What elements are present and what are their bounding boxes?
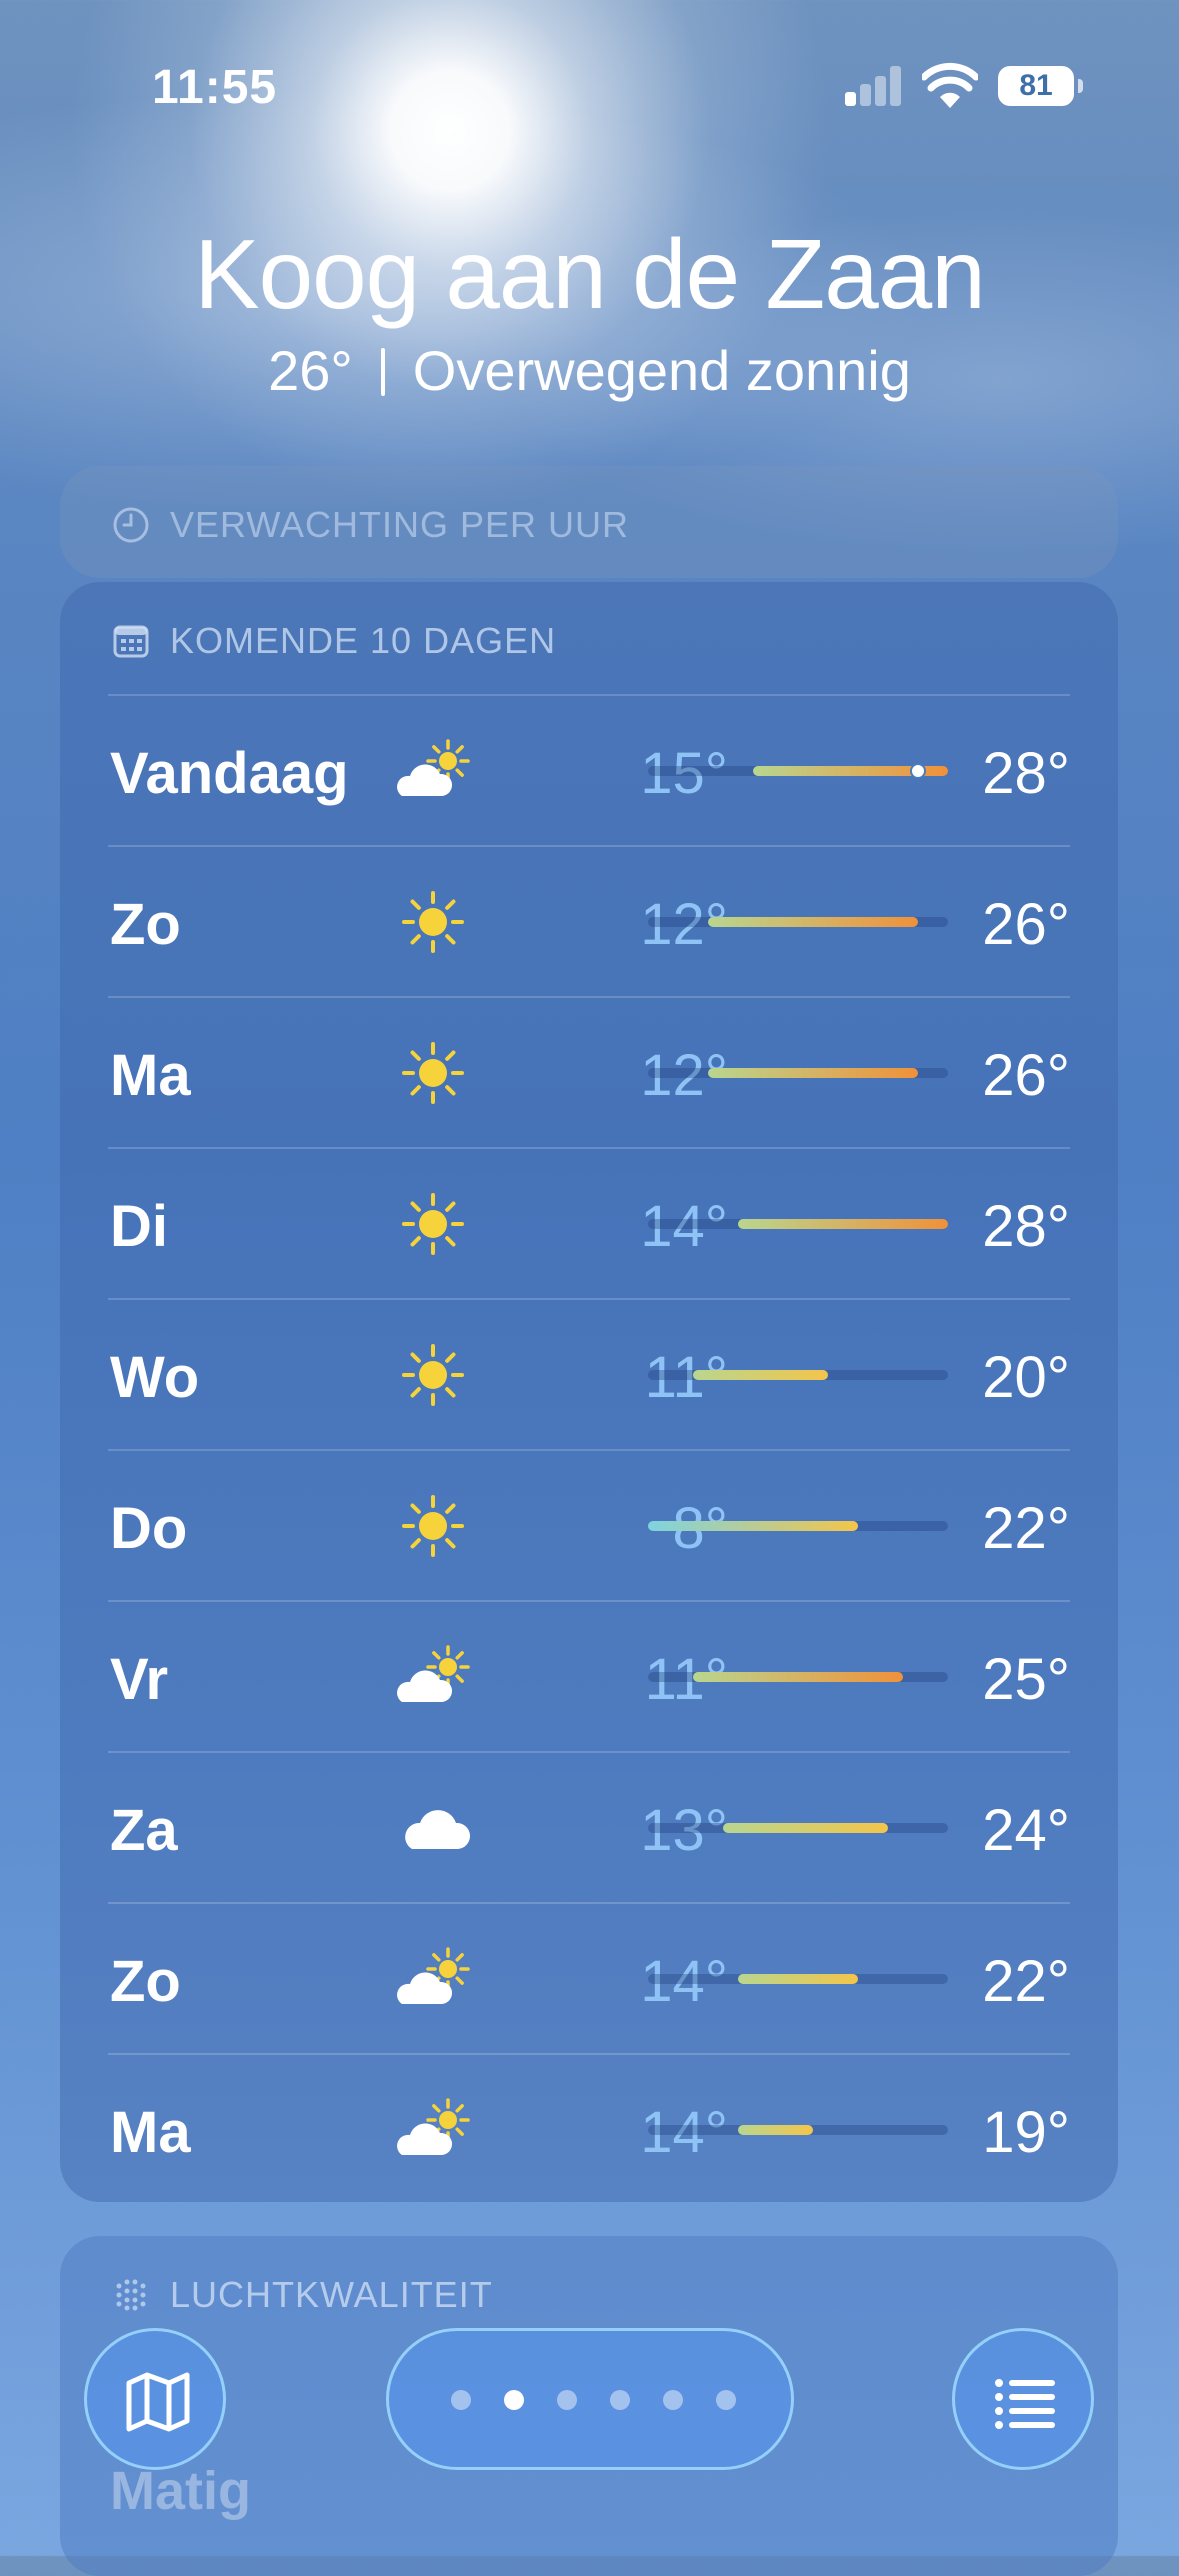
partly-sunny-icon (388, 736, 478, 806)
temperature-range-fill (648, 1521, 858, 1531)
high-temperature: 24° (982, 1798, 1070, 1863)
high-temperature: 28° (982, 1194, 1070, 1259)
forecast-row[interactable]: Ma 14° 19° (108, 2053, 1070, 2205)
high-temperature: 28° (982, 741, 1070, 806)
page-dot[interactable] (662, 2390, 683, 2410)
current-temperature: 26° (268, 339, 353, 402)
city-name: Koog aan de Zaan (194, 219, 985, 329)
temperature-range-fill (738, 1974, 858, 1984)
current-temperature-marker (910, 763, 926, 779)
forecast-row[interactable]: Do 8° 22° (108, 1449, 1070, 1601)
partly-sunny-icon (388, 2095, 478, 2165)
hourly-label: VERWACHTING PER UUR (170, 504, 630, 545)
temperature-range-fill (693, 1672, 903, 1682)
temperature-range-bar (648, 1068, 948, 1078)
forecast-day: Di (110, 1194, 168, 1259)
forecast-row[interactable]: Vandaag 15° 28° (108, 694, 1070, 846)
temperature-range-fill (708, 1068, 918, 1078)
page-dot[interactable] (556, 2390, 577, 2410)
separator (380, 348, 385, 396)
high-temperature: 22° (982, 1496, 1070, 1561)
current-summary: 26° Overwegend zonnig (0, 338, 1179, 403)
hourly-header: VERWACHTING PER UUR (112, 504, 629, 546)
forecast-day: Zo (110, 1949, 181, 2014)
ten-day-label: KOMENDE 10 DAGEN (170, 620, 557, 661)
battery-indicator: 81 (998, 66, 1083, 106)
forecast-row[interactable]: Wo 11° 20° (108, 1298, 1070, 1450)
high-temperature: 19° (982, 2100, 1070, 2165)
sun-icon (388, 1340, 478, 1410)
temperature-range-bar (648, 1521, 948, 1531)
status-bar: 11:55 81 (0, 0, 1179, 170)
clock-icon (113, 507, 149, 543)
high-temperature: 25° (982, 1647, 1070, 1712)
forecast-day: Ma (110, 2100, 191, 2165)
temperature-range-fill (723, 1823, 888, 1833)
sun-icon (388, 1189, 478, 1259)
ten-day-header: KOMENDE 10 DAGEN (112, 620, 556, 662)
forecast-day: Vr (110, 1647, 169, 1712)
page-indicator[interactable] (386, 2328, 794, 2470)
cloud-icon (388, 1793, 478, 1863)
page-dot[interactable] (609, 2390, 630, 2410)
temperature-range-fill (708, 917, 918, 927)
temperature-range-bar (648, 1672, 948, 1682)
forecast-day: Za (110, 1798, 178, 1863)
cellular-signal-icon (845, 66, 903, 106)
locations-list-button[interactable] (952, 2328, 1094, 2470)
temperature-range-bar (648, 1370, 948, 1380)
temperature-range-bar (648, 1823, 948, 1833)
page-dot[interactable] (450, 2390, 471, 2410)
high-temperature: 26° (982, 892, 1070, 957)
forecast-row[interactable]: Vr 11° 25° (108, 1600, 1070, 1752)
temperature-range-fill (738, 2125, 813, 2135)
status-time: 11:55 (152, 61, 278, 114)
high-temperature: 20° (982, 1345, 1070, 1410)
forecast-day: Do (110, 1496, 188, 1561)
map-button[interactable] (84, 2328, 226, 2470)
map-icon (126, 2372, 190, 2432)
hourly-forecast-card[interactable]: VERWACHTING PER UUR (60, 466, 1118, 578)
air-quality-icon (116, 2279, 146, 2311)
page-dot[interactable] (503, 2390, 524, 2410)
calendar-icon (113, 625, 149, 658)
temperature-range-bar (648, 1219, 948, 1229)
sun-icon (388, 887, 478, 957)
forecast-row[interactable]: Ma 12° 26° (108, 996, 1070, 1148)
current-condition: Overwegend zonnig (412, 339, 911, 402)
wifi-icon (922, 62, 978, 108)
temperature-range-bar (648, 763, 948, 779)
high-temperature: 26° (982, 1043, 1070, 1108)
temperature-range-fill (738, 1219, 948, 1229)
temperature-range-bar (648, 1974, 948, 1984)
list-icon (995, 2379, 1055, 2429)
temperature-range-bar (648, 917, 948, 927)
forecast-day: Wo (110, 1345, 200, 1410)
forecast-row[interactable]: Zo 14° 22° (108, 1902, 1070, 2054)
air-quality-header: LUCHTKWALITEIT (112, 2274, 493, 2316)
air-quality-value: Matig (110, 2461, 251, 2521)
page-dot[interactable] (715, 2390, 736, 2410)
partly-sunny-icon (388, 1944, 478, 2014)
sun-icon (388, 1038, 478, 1108)
forecast-row[interactable]: Za 13° 24° (108, 1751, 1070, 1903)
temperature-range-fill (693, 1370, 828, 1380)
forecast-row[interactable]: Zo 12° 26° (108, 845, 1070, 997)
air-quality-label: LUCHTKWALITEIT (170, 2274, 493, 2315)
forecast-row[interactable]: Di 14° 28° (108, 1147, 1070, 1299)
forecast-day: Zo (110, 892, 181, 957)
sun-icon (388, 1491, 478, 1561)
forecast-day: Ma (110, 1043, 191, 1108)
partly-sunny-icon (388, 1642, 478, 1712)
temperature-range-bar (648, 2125, 948, 2135)
high-temperature: 22° (982, 1949, 1070, 2014)
forecast-day: Vandaag (110, 741, 349, 806)
